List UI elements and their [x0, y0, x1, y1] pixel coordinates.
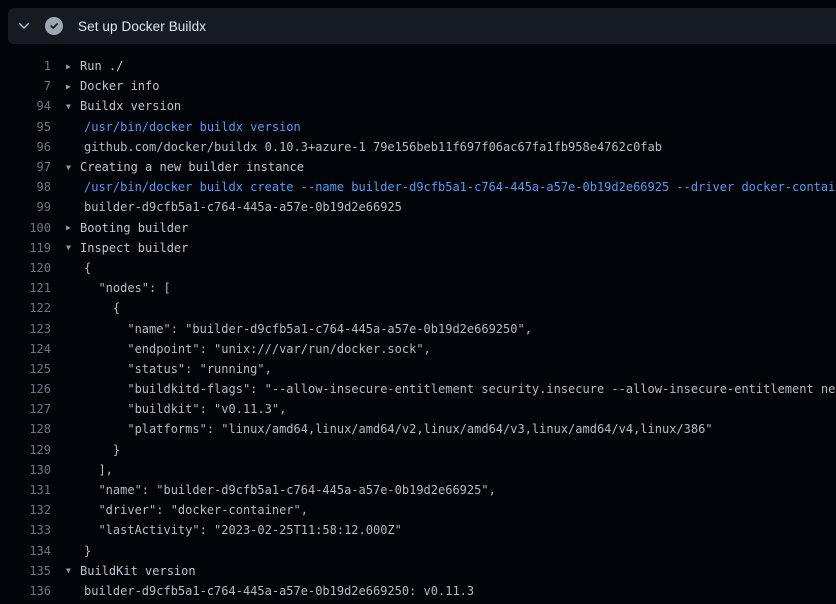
group-title[interactable]: BuildKit version: [80, 564, 196, 578]
line-number[interactable]: 134: [0, 544, 51, 558]
log-line: 95/usr/bin/docker buildx version: [0, 117, 836, 137]
log-line: 98/usr/bin/docker buildx create --name b…: [0, 177, 836, 197]
log-line: 96 github.com/docker/buildx 0.10.3+azure-…: [0, 137, 836, 157]
group-expand-icon[interactable]: ▶: [66, 223, 80, 232]
group-title[interactable]: Creating a new builder instance: [80, 160, 304, 174]
output-text: "nodes": [: [66, 281, 171, 295]
line-number[interactable]: 127: [0, 402, 51, 416]
output-text: builder-d9cfb5a1-c764-445a-a57e-0b19d2e6…: [66, 584, 474, 598]
log-line: 129 }: [0, 440, 836, 460]
output-text: {: [66, 301, 120, 315]
output-text: "status": "running",: [66, 362, 272, 376]
output-text: "buildkitd-flags": "--allow-insecure-ent…: [66, 382, 836, 396]
line-number[interactable]: 98: [0, 180, 51, 194]
output-text: "name": "builder-d9cfb5a1-c764-445a-a57e…: [66, 322, 532, 336]
output-text: "lastActivity": "2023-02-25T11:58:12.000…: [66, 523, 402, 537]
group-collapse-icon[interactable]: ▼: [66, 102, 80, 111]
log-line: 136 builder-d9cfb5a1-c764-445a-a57e-0b19d…: [0, 581, 836, 601]
line-number[interactable]: 96: [0, 140, 51, 154]
group-expand-icon[interactable]: ▶: [66, 82, 80, 91]
step-title: Set up Docker Buildx: [78, 19, 206, 34]
log-line: 125 "status": "running",: [0, 359, 836, 379]
line-number[interactable]: 1: [0, 59, 51, 73]
group-title[interactable]: Docker info: [80, 79, 159, 93]
line-number[interactable]: 128: [0, 422, 51, 436]
log-line: 126 "buildkitd-flags": "--allow-insecure…: [0, 379, 836, 399]
line-number[interactable]: 7: [0, 79, 51, 93]
output-text: "platforms": "linux/amd64,linux/amd64/v2…: [66, 422, 713, 436]
group-collapse-icon[interactable]: ▼: [66, 163, 80, 172]
line-number[interactable]: 121: [0, 281, 51, 295]
log-line: 127 "buildkit": "v0.11.3",: [0, 399, 836, 419]
log-line: 135 ▼BuildKit version: [0, 561, 836, 581]
line-number[interactable]: 120: [0, 261, 51, 275]
line-number[interactable]: 119: [0, 241, 51, 255]
line-number[interactable]: 126: [0, 382, 51, 396]
group-title[interactable]: Inspect builder: [80, 241, 188, 255]
output-text: "buildkit": "v0.11.3",: [66, 402, 286, 416]
log-container: 1▶Run ./7▶Docker info94▼Buildx version95…: [0, 56, 836, 601]
log-line: 124 "endpoint": "unix:///var/run/docker.…: [0, 339, 836, 359]
log-line: 122 {: [0, 298, 836, 318]
log-line: 131 "name": "builder-d9cfb5a1-c764-445a-…: [0, 480, 836, 500]
line-number[interactable]: 136: [0, 584, 51, 598]
log-line: 130 ],: [0, 460, 836, 480]
line-number[interactable]: 124: [0, 342, 51, 356]
group-collapse-icon[interactable]: ▼: [66, 243, 80, 252]
command-text: /usr/bin/docker buildx create --name bui…: [66, 180, 836, 194]
log-line: 132 "driver": "docker-container",: [0, 500, 836, 520]
line-number[interactable]: 135: [0, 564, 51, 578]
output-text: "name": "builder-d9cfb5a1-c764-445a-a57e…: [66, 483, 496, 497]
log-line: 94 ▼Buildx version: [0, 96, 836, 116]
log-line: 7 ▶Docker info: [0, 76, 836, 96]
output-text: github.com/docker/buildx 0.10.3+azure-1 …: [66, 140, 662, 154]
log-line: 119 ▼Inspect builder: [0, 238, 836, 258]
output-text: }: [66, 443, 120, 457]
output-text: builder-d9cfb5a1-c764-445a-a57e-0b19d2e6…: [66, 200, 402, 214]
output-text: {: [66, 261, 91, 275]
check-circle-icon: [45, 17, 63, 35]
log-lines: 1▶Run ./7▶Docker info94▼Buildx version95…: [0, 56, 836, 601]
group-title[interactable]: Run ./: [80, 59, 123, 73]
command-text: /usr/bin/docker buildx version: [66, 120, 301, 134]
group-expand-icon[interactable]: ▶: [66, 62, 80, 71]
line-number[interactable]: 94: [0, 99, 51, 113]
line-number[interactable]: 130: [0, 463, 51, 477]
log-line: 120 {: [0, 258, 836, 278]
chevron-down-icon[interactable]: [16, 18, 32, 34]
line-number[interactable]: 122: [0, 301, 51, 315]
log-line: 134}: [0, 541, 836, 561]
output-text: "driver": "docker-container",: [66, 503, 308, 517]
group-title[interactable]: Buildx version: [80, 99, 181, 113]
line-number[interactable]: 131: [0, 483, 51, 497]
group-collapse-icon[interactable]: ▼: [66, 566, 80, 575]
log-line: 128 "platforms": "linux/amd64,linux/amd6…: [0, 419, 836, 439]
line-number[interactable]: 125: [0, 362, 51, 376]
output-text: "endpoint": "unix:///var/run/docker.sock…: [66, 342, 431, 356]
log-line: 123 "name": "builder-d9cfb5a1-c764-445a-…: [0, 318, 836, 338]
line-number[interactable]: 97: [0, 160, 51, 174]
output-text: ],: [66, 463, 113, 477]
line-number[interactable]: 132: [0, 503, 51, 517]
step-header[interactable]: Set up Docker Buildx: [8, 8, 836, 44]
output-text: }: [66, 544, 91, 558]
line-number[interactable]: 123: [0, 322, 51, 336]
log-line: 133 "lastActivity": "2023-02-25T11:58:12…: [0, 520, 836, 540]
line-number[interactable]: 100: [0, 221, 51, 235]
log-line: 97 ▼Creating a new builder instance: [0, 157, 836, 177]
log-line: 99 builder-d9cfb5a1-c764-445a-a57e-0b19d2…: [0, 197, 836, 217]
log-line: 121 "nodes": [: [0, 278, 836, 298]
line-number[interactable]: 133: [0, 523, 51, 537]
line-number[interactable]: 129: [0, 443, 51, 457]
group-title[interactable]: Booting builder: [80, 221, 188, 235]
log-line: 1 ▶Run ./: [0, 56, 836, 76]
line-number[interactable]: 95: [0, 120, 51, 134]
log-line: 100 ▶Booting builder: [0, 218, 836, 238]
line-number[interactable]: 99: [0, 200, 51, 214]
